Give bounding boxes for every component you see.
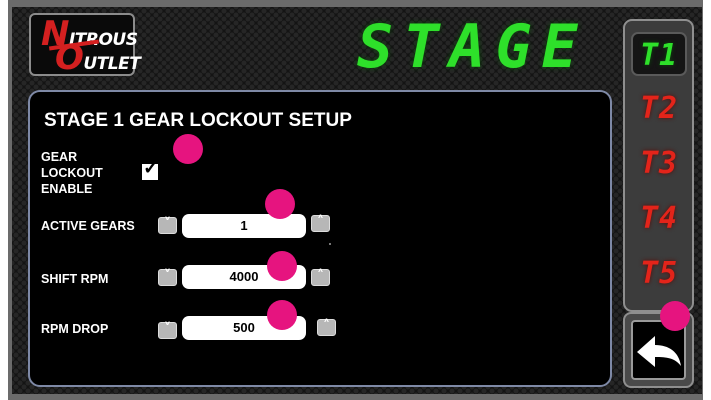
gear-lockout-panel: STAGE 1 GEAR LOCKOUT SETUP [28,90,612,387]
nitrous-outlet-logo: NITROUS OUTLET [29,13,141,76]
tab-t2[interactable]: T2 [631,87,687,131]
shift-rpm-label: SHIFT RPM [41,272,109,286]
shift-rpm-increment-button[interactable]: ˄ [311,269,330,286]
tab-t1[interactable]: T1 [631,32,687,76]
stage-title: STAGE 1 [357,12,680,82]
rpm-drop-label: RPM DROP [41,322,109,336]
rpm-drop-decrement-button[interactable]: ˅ [158,322,177,339]
tab-t4[interactable]: T4 [631,197,687,241]
tab-t5[interactable]: T5 [631,252,687,296]
gear-lockout-checkbox[interactable]: ✓ [142,158,159,180]
touch-marker [660,301,690,331]
touch-marker [267,300,297,330]
touch-marker [173,134,203,164]
back-arrow-icon [637,336,681,367]
touch-marker [267,251,297,281]
active-gears-decrement-button[interactable]: ˅ [158,217,177,234]
touch-marker [265,189,295,219]
gear-lockout-label: GEAR LOCKOUT ENABLE [41,150,103,196]
screen-speck [329,243,331,245]
tab-t3[interactable]: T3 [631,142,687,186]
logo-line-2: OUTLET [55,38,141,78]
tab-panel: T1 T2 T3 T4 T5 [623,19,694,312]
active-gears-field[interactable]: 1 [182,214,306,238]
panel-title: STAGE 1 GEAR LOCKOUT SETUP [44,110,352,131]
checkmark-icon: ✓ [143,158,159,179]
screen: NITROUS OUTLET STAGE 1 T1 T2 T3 T4 T5 ST… [12,7,702,394]
shift-rpm-decrement-button[interactable]: ˅ [158,269,177,286]
active-gears-increment-button[interactable]: ˄ [311,215,330,232]
active-gears-label: ACTIVE GEARS [41,219,135,233]
rpm-drop-increment-button[interactable]: ˄ [317,319,336,336]
